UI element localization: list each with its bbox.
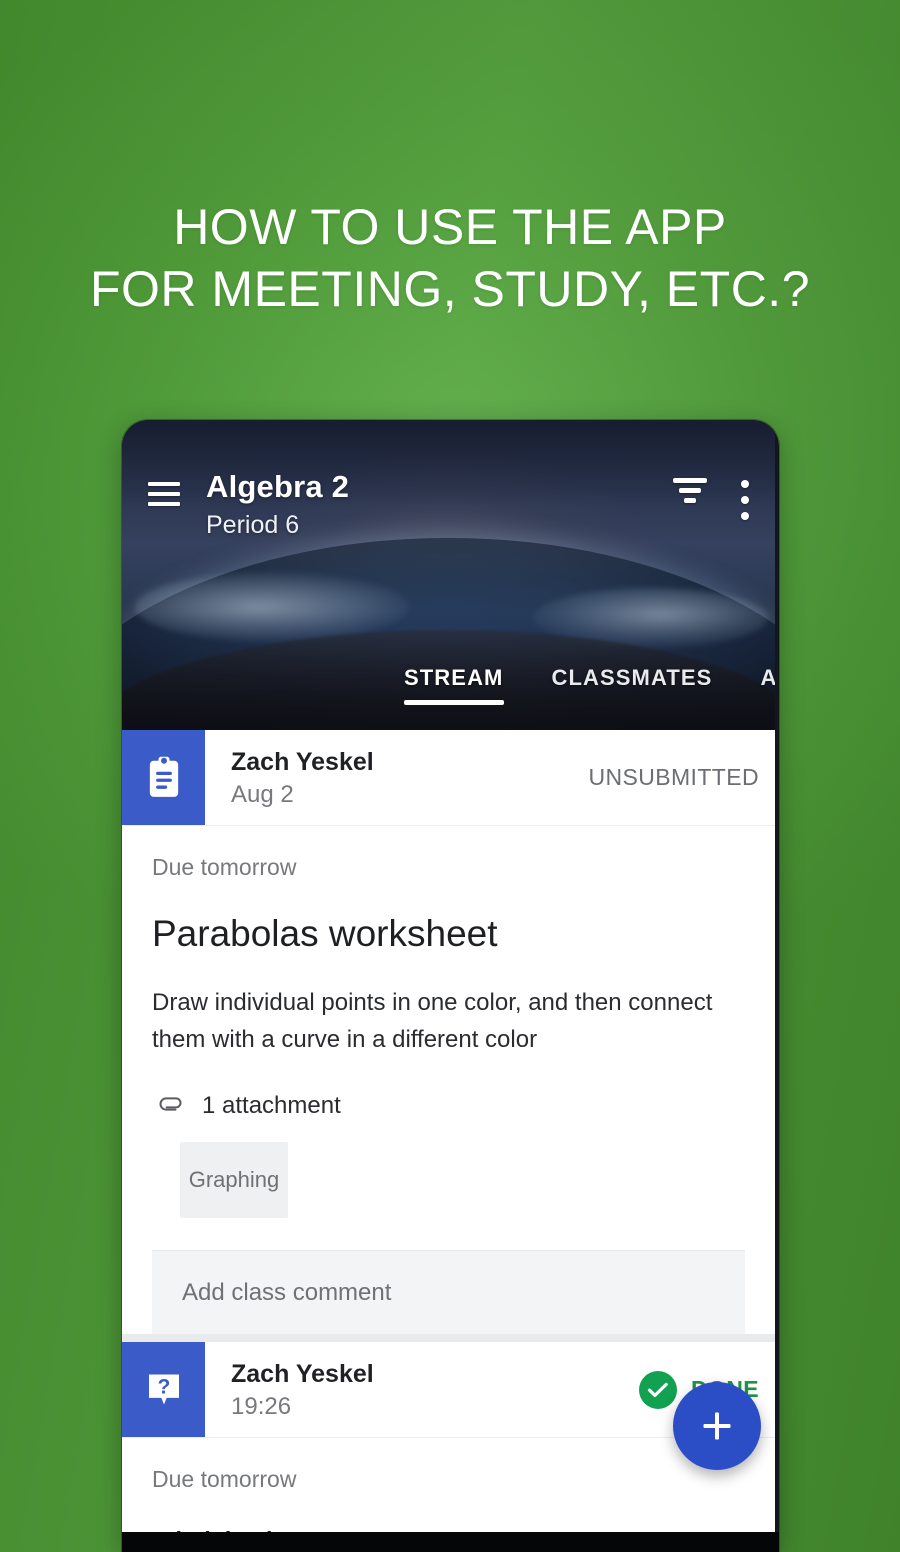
post-title: Parabolas worksheet [152,913,498,954]
class-title: Algebra 2 [206,469,350,504]
add-post-fab[interactable] [673,1382,761,1470]
tab-about[interactable]: ABOUT [760,665,775,713]
post-timestamp: 19:26 [231,1393,292,1420]
stream-list: Zach Yeskel Aug 2 UNSUBMITTED Due tomorr… [122,730,775,1532]
more-vertical-icon[interactable] [741,478,749,520]
card-header: Zach Yeskel Aug 2 UNSUBMITTED [122,730,775,826]
hamburger-bar [148,482,180,486]
phone-bezel-bottom [122,1532,779,1552]
attachment-count-label: 1 attachment [202,1092,341,1119]
hamburger-bar [148,502,180,506]
class-banner-image: Algebra 2 Period 6 STREAM CLASSMATES A [122,420,775,730]
hamburger-menu-icon[interactable] [148,482,180,506]
class-section: Period 6 [206,511,300,539]
card-body: Due tomorrow Field trip survey [122,1438,775,1532]
tab-bar: STREAM CLASSMATES ABOUT [122,648,775,730]
add-class-comment-input[interactable]: Add class comment [152,1250,745,1334]
filter-bar [673,478,707,483]
filter-bar [679,488,701,493]
card-author-block: Zach Yeskel Aug 2 [205,730,588,825]
comment-placeholder: Add class comment [182,1278,392,1306]
app-bar-actions [673,478,749,520]
due-text: Due tomorrow [152,854,297,880]
hamburger-bar [148,492,180,496]
kebab-dot [741,512,749,520]
due-text: Due tomorrow [152,1466,297,1492]
post-author: Zach Yeskel [231,748,374,776]
assignment-clipboard-icon [122,730,205,825]
filter-bar [684,498,696,503]
post-title: Field trip survey [152,1522,745,1532]
tab-classmates[interactable]: CLASSMATES [552,665,713,713]
attachment-chip-graphing[interactable]: Graphing [180,1142,288,1218]
kebab-dot [741,496,749,504]
post-author: Zach Yeskel [231,1360,374,1388]
phone-mockup: Algebra 2 Period 6 STREAM CLASSMATES A Z… [122,420,779,1552]
status-badge: UNSUBMITTED [588,730,775,825]
post-description: Draw individual points in one color, and… [152,989,713,1053]
status-label: UNSUBMITTED [588,764,759,790]
paperclip-icon [154,1093,184,1120]
app-bar: Algebra 2 Period 6 [122,420,775,546]
card-author-block: Zach Yeskel 19:26 [205,1342,639,1437]
filter-sort-icon[interactable] [673,478,707,503]
kebab-dot [741,480,749,488]
stream-card-assignment[interactable]: Zach Yeskel Aug 2 UNSUBMITTED Due tomorr… [122,730,775,1334]
tab-stream[interactable]: STREAM [404,665,504,713]
app-bar-titles: Algebra 2 Period 6 [206,468,673,542]
svg-text:?: ? [157,1375,170,1398]
card-body: Due tomorrow Parabolas worksheet Draw in… [122,826,775,1334]
post-timestamp: Aug 2 [231,781,294,808]
phone-bezel-right [775,420,779,1552]
question-bubble-icon: ? [122,1342,205,1437]
promo-headline: HOW TO USE THE APP FOR MEETING, STUDY, E… [90,199,810,317]
attachment-chip-label: Graphing [188,1167,280,1192]
phone-screen: Algebra 2 Period 6 STREAM CLASSMATES A Z… [122,420,775,1532]
attachment-row: 1 attachment [152,1092,745,1120]
check-circle-icon [638,1370,677,1409]
